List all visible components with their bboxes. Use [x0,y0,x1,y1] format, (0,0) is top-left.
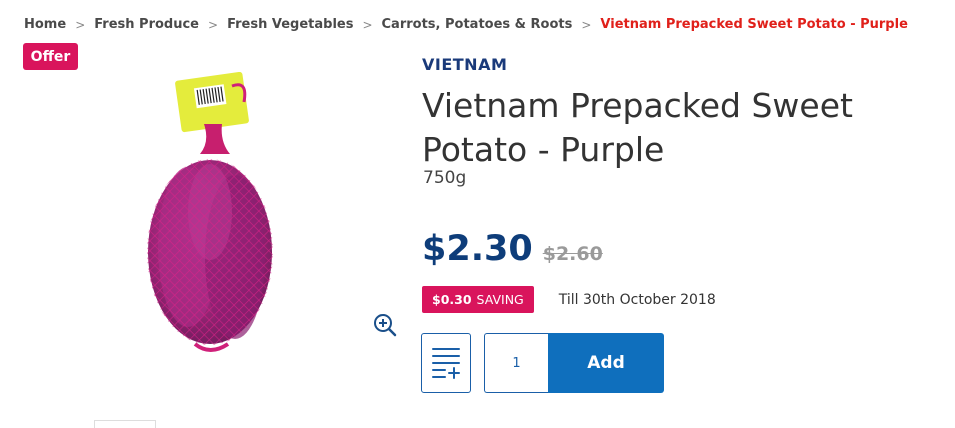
add-to-list-icon [432,348,460,379]
price-row: $2.30 $2.60 [422,229,603,269]
breadcrumb-separator: > [75,17,86,32]
breadcrumb-fresh-produce[interactable]: Fresh Produce [94,17,199,32]
saving-badge: $0.30 SAVING [422,286,534,313]
offer-badge: Offer [23,43,78,70]
add-to-list-button[interactable] [421,333,471,393]
add-to-cart-button[interactable]: Add [548,333,664,393]
current-price: $2.30 [422,229,533,269]
breadcrumb-fresh-vegetables[interactable]: Fresh Vegetables [227,17,353,32]
breadcrumb-separator: > [581,17,592,32]
product-size: 750g [423,168,467,188]
zoom-in-icon[interactable] [372,312,398,338]
quantity-input[interactable] [484,333,548,393]
product-origin: VIETNAM [422,55,508,74]
breadcrumb-separator: > [362,17,373,32]
thumbnail[interactable] [94,420,156,428]
breadcrumb-current: Vietnam Prepacked Sweet Potato - Purple [600,17,908,32]
breadcrumb-separator: > [208,17,219,32]
saving-amount: $0.30 [432,292,472,307]
saving-row: $0.30 SAVING Till 30th October 2018 [422,286,716,313]
breadcrumb-home[interactable]: Home [24,17,66,32]
product-image[interactable] [140,72,290,357]
breadcrumb: Home > Fresh Produce > Fresh Vegetables … [24,17,908,32]
breadcrumb-carrots-potatoes-roots[interactable]: Carrots, Potatoes & Roots [382,17,573,32]
original-price: $2.60 [542,243,603,265]
saving-until: Till 30th October 2018 [558,291,716,308]
product-title: Vietnam Prepacked Sweet Potato - Purple [422,86,853,169]
saving-label: SAVING [476,292,524,307]
